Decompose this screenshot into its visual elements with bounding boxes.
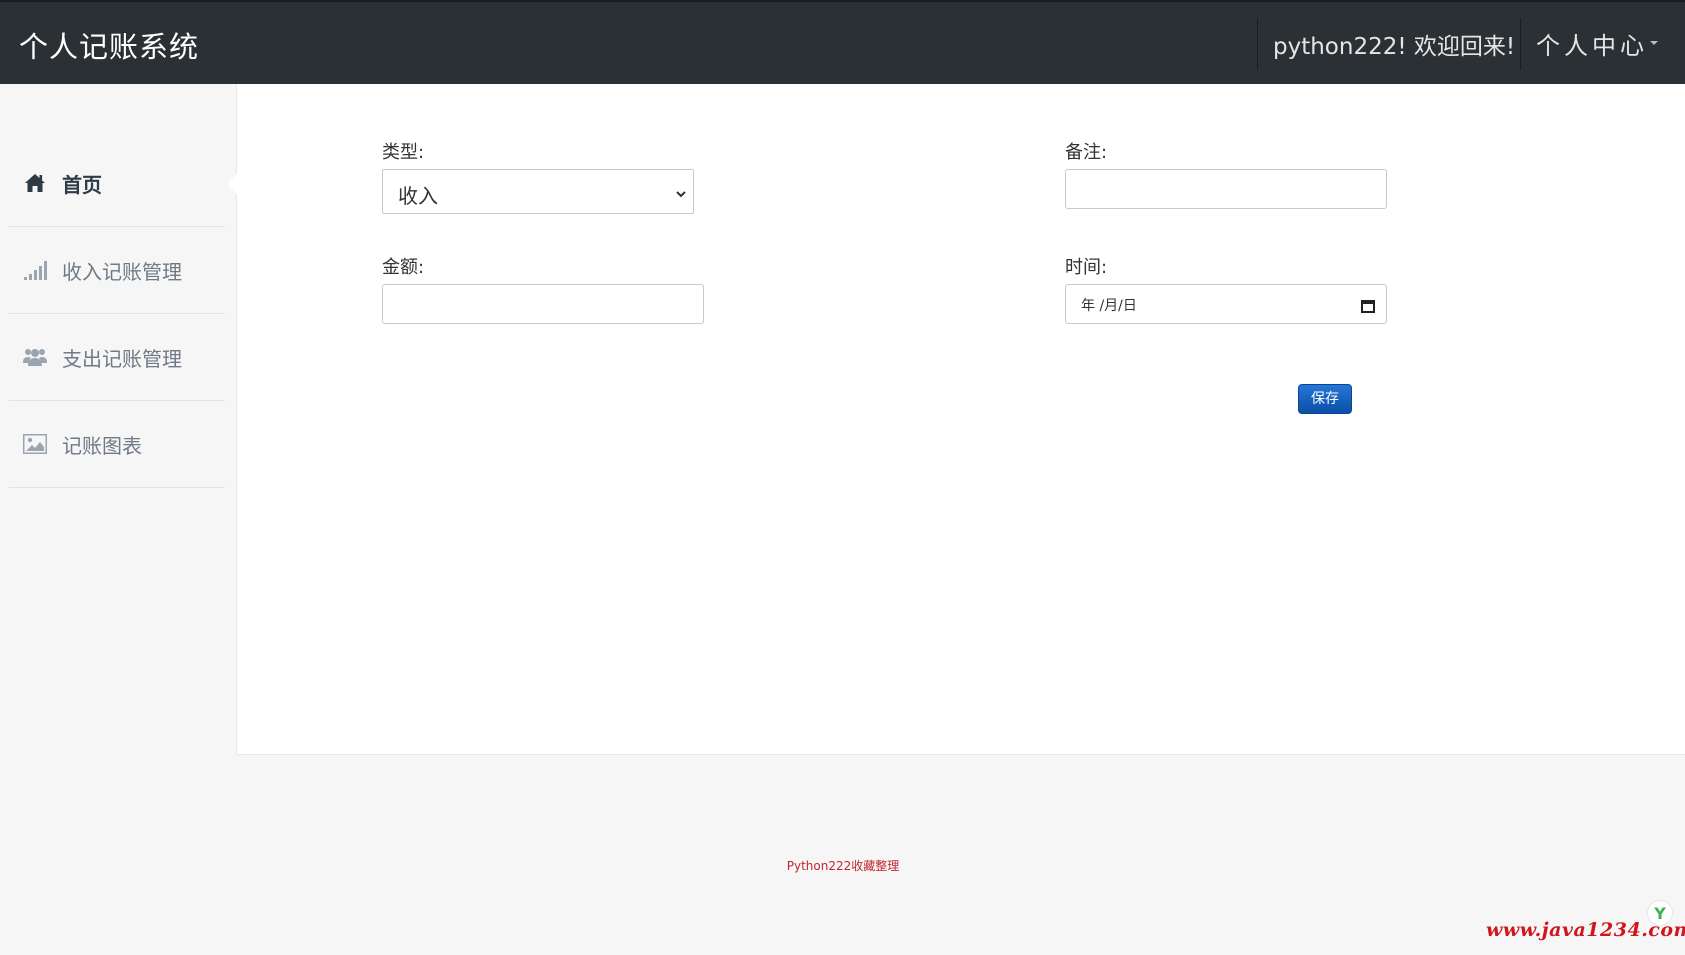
note-label: 备注: <box>1065 142 1108 163</box>
time-date-input[interactable]: 年 /月/日 <box>1065 284 1387 324</box>
note-input[interactable] <box>1065 169 1387 209</box>
picture-icon <box>23 433 47 455</box>
users-icon <box>23 346 47 368</box>
caret-down-icon <box>1650 41 1658 45</box>
navbar-divider <box>1520 18 1521 70</box>
sidebar-item-label: 支出记账管理 <box>62 347 182 371</box>
calendar-icon[interactable] <box>1361 296 1375 318</box>
time-label: 时间: <box>1065 257 1108 278</box>
save-button[interactable]: 保存 <box>1298 384 1352 414</box>
sidebar-item-income[interactable]: 收入记账管理 <box>9 227 225 314</box>
watermark-text: www.java1234.com <box>1486 919 1685 941</box>
sidebar-item-expense[interactable]: 支出记账管理 <box>9 314 225 401</box>
sidebar-item-charts[interactable]: 记账图表 <box>9 401 225 488</box>
home-icon <box>23 172 47 194</box>
active-indicator <box>227 174 237 194</box>
sidebar: 首页 收入记账管理 支出记账管理 记账图表 <box>0 84 236 755</box>
chevron-down-icon <box>675 185 687 204</box>
type-label: 类型: <box>382 142 425 163</box>
top-navbar: 个人记账系统 python222! 欢迎回来! 个人中心 <box>0 0 1685 84</box>
welcome-text: python222! 欢迎回来! <box>1273 34 1516 60</box>
sidebar-item-label: 首页 <box>62 173 102 197</box>
user-menu-dropdown[interactable]: 个人中心 <box>1536 26 1658 61</box>
amount-label: 金额: <box>382 257 425 278</box>
date-placeholder: 年 /月/日 <box>1081 298 1137 314</box>
app-title[interactable]: 个人记账系统 <box>19 24 199 66</box>
footer-text: Python222收藏整理 <box>786 859 900 873</box>
type-select[interactable]: 收入 <box>382 169 694 214</box>
amount-input[interactable] <box>382 284 704 324</box>
type-select-value: 收入 <box>398 184 438 208</box>
sidebar-item-label: 记账图表 <box>62 434 142 458</box>
user-menu-label: 个人中心 <box>1536 32 1648 60</box>
navbar-divider <box>1257 18 1258 70</box>
signal-bars-icon <box>23 259 47 281</box>
sidebar-item-home[interactable]: 首页 <box>9 140 225 227</box>
sidebar-item-label: 收入记账管理 <box>62 260 182 284</box>
